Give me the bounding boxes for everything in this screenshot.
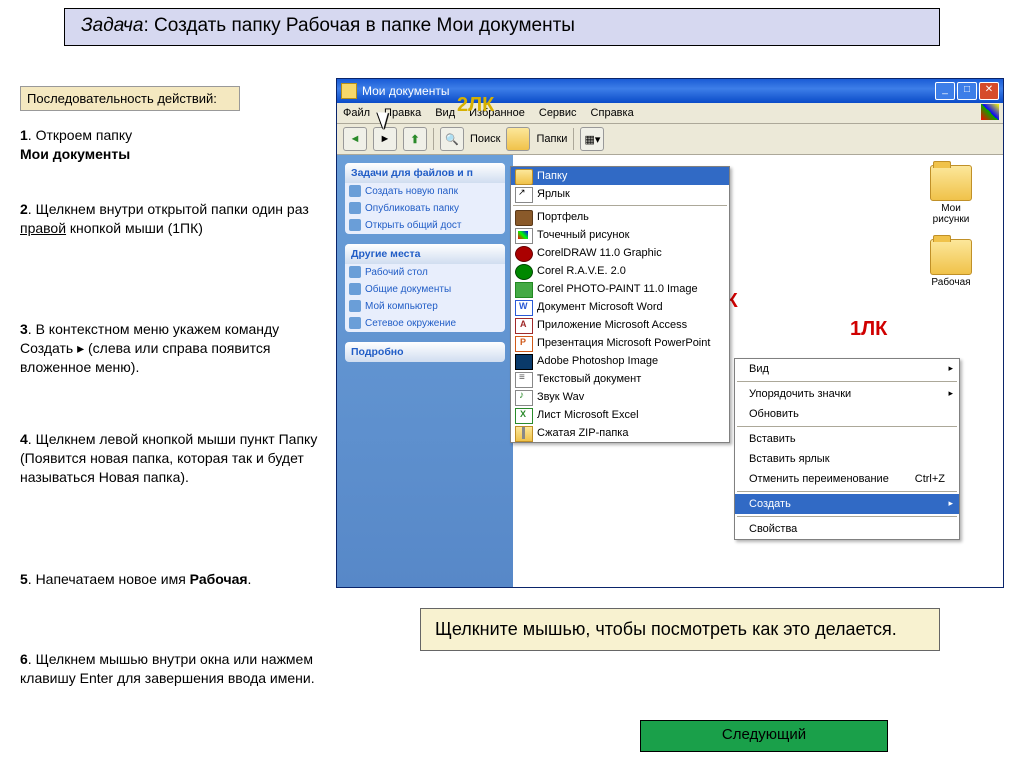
create-folder[interactable]: Папку: [511, 167, 729, 185]
places-panel: Другие места Рабочий стол Общие документ…: [345, 244, 505, 332]
task-publish[interactable]: Опубликовать папку: [345, 200, 505, 217]
place-network[interactable]: Сетевое окружение: [345, 315, 505, 332]
ctx-paste-link[interactable]: Вставить ярлык: [735, 449, 959, 469]
next-button[interactable]: Следующий: [640, 720, 888, 752]
window-title: Мои документы: [362, 84, 449, 98]
sequence-header: Последовательность действий:: [20, 86, 240, 111]
forward-button[interactable]: ►: [373, 127, 397, 151]
create-rave[interactable]: Corel R.A.V.E. 2.0: [511, 262, 729, 280]
context-menu: Вид Упорядочить значки Обновить Вставить…: [734, 358, 960, 540]
task-box: Задача: Создать папку Рабочая в папке Мо…: [64, 8, 940, 46]
create-coreldraw[interactable]: CorelDRAW 11.0 Graphic: [511, 244, 729, 262]
up-button[interactable]: ⬆: [403, 127, 427, 151]
create-photopaint[interactable]: Corel PHOTO-PAINT 11.0 Image: [511, 280, 729, 298]
back-button[interactable]: ◄: [343, 127, 367, 151]
sidebar: Задачи для файлов и п Создать новую папк…: [337, 155, 513, 587]
ctx-undo[interactable]: Отменить переименованиеCtrl+Z: [735, 469, 959, 489]
ctx-refresh[interactable]: Обновить: [735, 404, 959, 424]
views-button[interactable]: ▦▾: [580, 127, 604, 151]
folders-label[interactable]: Папки: [536, 133, 567, 145]
menu-bar: Файл Правка Вид Избранное Сервис Справка: [337, 103, 1003, 124]
windows-flag-icon: [981, 104, 999, 120]
hint-box: Щелкните мышью, чтобы посмотреть как это…: [420, 608, 940, 651]
create-wav[interactable]: Звук Wav: [511, 388, 729, 406]
folder-icon: [341, 83, 357, 99]
ctx-create[interactable]: Создать: [735, 494, 959, 514]
create-briefcase[interactable]: Портфель: [511, 208, 729, 226]
ctx-properties[interactable]: Свойства: [735, 519, 959, 539]
create-bmp[interactable]: Точечный рисунок: [511, 226, 729, 244]
create-txt[interactable]: Текстовый документ: [511, 370, 729, 388]
create-shortcut[interactable]: Ярлык: [511, 185, 729, 203]
create-access[interactable]: Приложение Microsoft Access: [511, 316, 729, 334]
ctx-paste[interactable]: Вставить: [735, 429, 959, 449]
step-1: 1. Откроем папку Мои документы: [20, 126, 320, 164]
create-zip[interactable]: Сжатая ZIP-папка: [511, 424, 729, 442]
task-label: Задача: [81, 15, 143, 36]
place-shared[interactable]: Общие документы: [345, 281, 505, 298]
step-4: 4. Щелкнем левой кнопкой мыши пункт Папк…: [20, 430, 320, 487]
titlebar[interactable]: Мои документы _ □ ✕: [337, 79, 1003, 103]
step-5: 5. Напечатаем новое имя Рабочая.: [20, 570, 320, 589]
folder-my-pictures[interactable]: Мои рисунки: [923, 165, 979, 225]
menu-help[interactable]: Справка: [591, 107, 634, 119]
step-6: 6. Щелкнем мышью внутри окна или нажмем …: [20, 650, 340, 688]
task-create-folder[interactable]: Создать новую папк: [345, 183, 505, 200]
task-share[interactable]: Открыть общий дост: [345, 217, 505, 234]
create-word[interactable]: Документ Microsoft Word: [511, 298, 729, 316]
place-computer[interactable]: Мой компьютер: [345, 298, 505, 315]
menu-file[interactable]: Файл: [343, 107, 370, 119]
search-icon[interactable]: 🔍: [440, 127, 464, 151]
folder-working[interactable]: Рабочая: [923, 239, 979, 288]
annotation-1lk: 1ЛК: [850, 318, 887, 341]
folders-icon[interactable]: [506, 127, 530, 151]
step-3: 3. В контекстном меню укажем команду Соз…: [20, 320, 320, 377]
ctx-view[interactable]: Вид: [735, 359, 959, 379]
place-desktop[interactable]: Рабочий стол: [345, 264, 505, 281]
maximize-button[interactable]: □: [957, 82, 977, 100]
ctx-arrange[interactable]: Упорядочить значки: [735, 384, 959, 404]
create-photoshop[interactable]: Adobe Photoshop Image: [511, 352, 729, 370]
create-excel[interactable]: Лист Microsoft Excel: [511, 406, 729, 424]
minimize-button[interactable]: _: [935, 82, 955, 100]
menu-service[interactable]: Сервис: [539, 107, 577, 119]
search-label[interactable]: Поиск: [470, 133, 500, 145]
toolbar: ◄ ► ⬆ 🔍 Поиск Папки ▦▾: [337, 124, 1003, 155]
create-powerpoint[interactable]: Презентация Microsoft PowerPoint: [511, 334, 729, 352]
close-button[interactable]: ✕: [979, 82, 999, 100]
annotation-2lk: 2ЛК: [457, 94, 494, 117]
details-panel: Подробно: [345, 342, 505, 362]
menu-view[interactable]: Вид: [435, 107, 455, 119]
create-submenu: Папку Ярлык Портфель Точечный рисунок Co…: [510, 166, 730, 443]
step-2: 2. Щелкнем внутри открытой папки один ра…: [20, 200, 320, 238]
tasks-panel: Задачи для файлов и п Создать новую папк…: [345, 163, 505, 234]
